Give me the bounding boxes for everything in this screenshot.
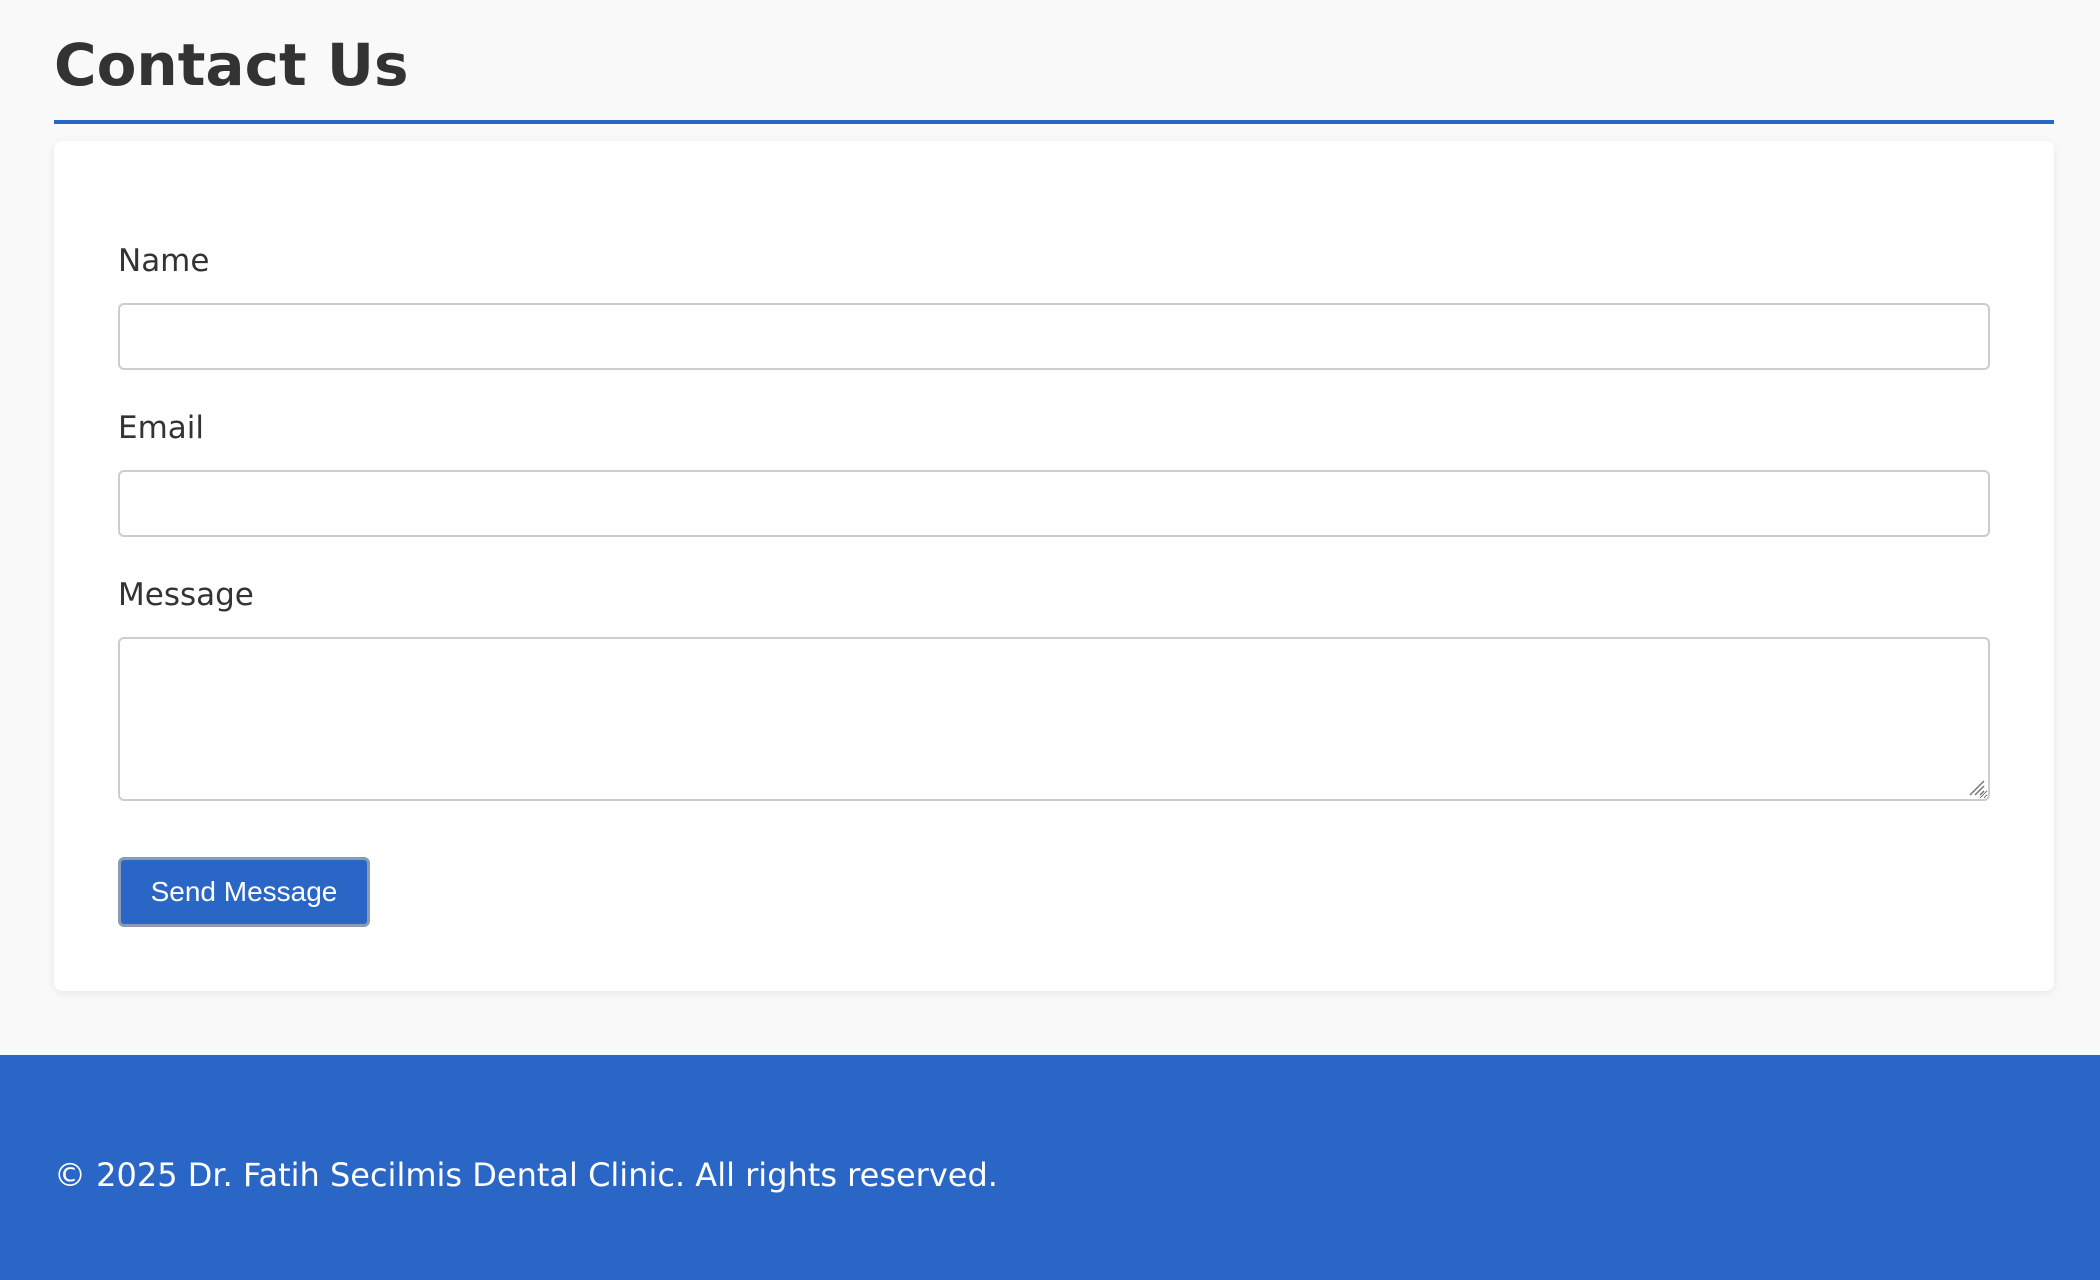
name-label: Name: [118, 243, 210, 279]
footer-copyright: © 2025 Dr. Fatih Secilmis Dental Clinic.…: [54, 1156, 998, 1194]
main-content: Contact Us Name Email Message Send Messa…: [54, 0, 2054, 991]
title-divider: [54, 120, 2054, 124]
message-textarea[interactable]: [118, 637, 1990, 801]
contact-form: Name Email Message Send Message: [54, 141, 2054, 991]
name-input[interactable]: [118, 303, 1990, 370]
footer: © 2025 Dr. Fatih Secilmis Dental Clinic.…: [0, 1055, 2100, 1280]
message-label: Message: [118, 577, 254, 613]
resize-grip-icon[interactable]: [1966, 777, 1986, 797]
page-title: Contact Us: [54, 31, 409, 99]
contact-page: Contact Us Name Email Message Send Messa…: [0, 0, 2100, 1280]
email-input[interactable]: [118, 470, 1990, 537]
send-message-button[interactable]: Send Message: [118, 857, 370, 927]
email-label: Email: [118, 410, 205, 446]
